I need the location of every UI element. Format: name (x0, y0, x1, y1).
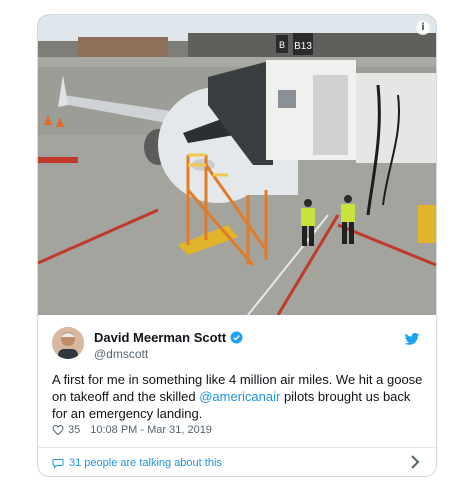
avatar-image (52, 327, 84, 359)
verified-icon (230, 331, 243, 343)
gate-sign-small: B (279, 40, 285, 50)
tweet-header: David Meerman Scott @dmscott (52, 325, 424, 365)
author-handle[interactable]: @dmscott (94, 347, 148, 361)
chevron-right-icon[interactable] (410, 455, 420, 469)
timestamp[interactable]: 10:08 PM - Mar 31, 2019 (90, 424, 212, 436)
embedded-tweet-card[interactable]: B B13 i David Meerman Scott @dmscott A f… (37, 14, 437, 477)
tweet-meta: 35 10:08 PM - Mar 31, 2019 (52, 422, 212, 438)
author-name[interactable]: David Meerman Scott (94, 330, 226, 345)
divider (38, 447, 436, 448)
avatar[interactable] (52, 327, 84, 359)
conversation-link[interactable]: 31 people are talking about this (52, 455, 222, 471)
twitter-bird-icon[interactable] (404, 331, 420, 347)
conversation-label: 31 people are talking about this (69, 457, 222, 469)
tweet-text: A first for me in something like 4 milli… (52, 371, 424, 422)
comment-bubble-icon (52, 459, 64, 469)
like-count[interactable]: 35 (68, 424, 80, 436)
gate-sign: B13 (294, 41, 312, 52)
info-icon[interactable]: i (416, 21, 430, 35)
mention-link[interactable]: @americanair (199, 389, 280, 404)
tweet-photo[interactable]: B B13 i (38, 15, 436, 315)
airport-gate-illustration: B B13 (38, 15, 436, 315)
heart-icon[interactable] (52, 424, 64, 436)
